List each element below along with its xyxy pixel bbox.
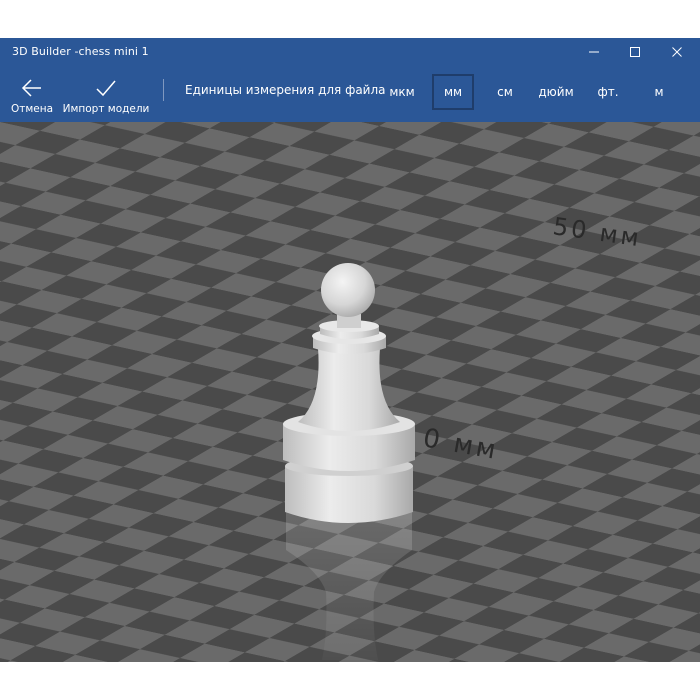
3d-viewport[interactable]: 50 мм 0 мм [0, 122, 700, 662]
checkmark-icon [96, 80, 116, 97]
unit-option-mm[interactable]: мм [432, 74, 474, 110]
app-window: 3D Builder -chess mini 1 Отмена Импорт м… [0, 38, 700, 662]
maximize-icon [630, 47, 640, 57]
close-icon [672, 47, 682, 57]
maximize-button[interactable] [617, 38, 653, 66]
minimize-button[interactable] [576, 38, 612, 66]
unit-option-ft[interactable]: фт. [588, 74, 628, 110]
minimize-icon [589, 51, 599, 53]
toolbar: Отмена Импорт модели Единицы измерения д… [0, 66, 700, 122]
toolbar-separator [163, 79, 164, 101]
unit-option-cm[interactable]: см [486, 74, 524, 110]
window-title: 3D Builder -chess mini 1 [12, 45, 149, 58]
unit-option-inch[interactable]: дюйм [532, 74, 580, 110]
arrow-left-icon [21, 79, 41, 97]
scene-canvas: 50 мм 0 мм [0, 122, 700, 662]
import-model-label: Импорт модели [62, 103, 150, 115]
close-button[interactable] [659, 38, 695, 66]
title-bar: 3D Builder -chess mini 1 [0, 38, 700, 66]
cancel-button[interactable]: Отмена [8, 66, 56, 122]
import-model-button[interactable]: Импорт модели [62, 66, 150, 122]
units-label: Единицы измерения для файла [185, 83, 386, 97]
cancel-label: Отмена [10, 103, 54, 115]
unit-option-mkm[interactable]: мкм [382, 74, 422, 110]
unit-option-m[interactable]: м [640, 74, 678, 110]
